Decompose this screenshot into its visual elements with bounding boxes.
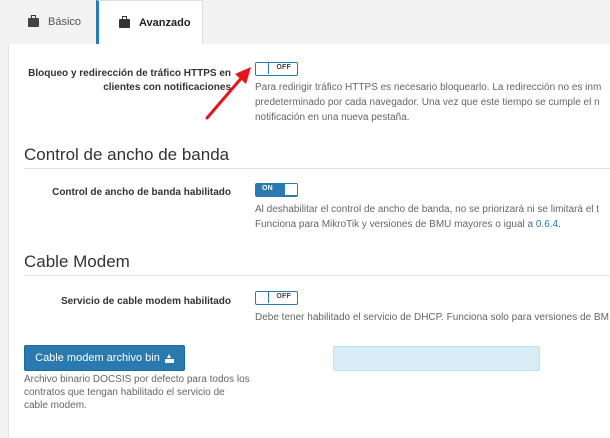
arrow-shaft	[205, 73, 246, 120]
settings-page: Básico Avanzado Bloqueo y redirección de…	[0, 0, 610, 438]
annotation-arrow-icon	[205, 67, 251, 120]
